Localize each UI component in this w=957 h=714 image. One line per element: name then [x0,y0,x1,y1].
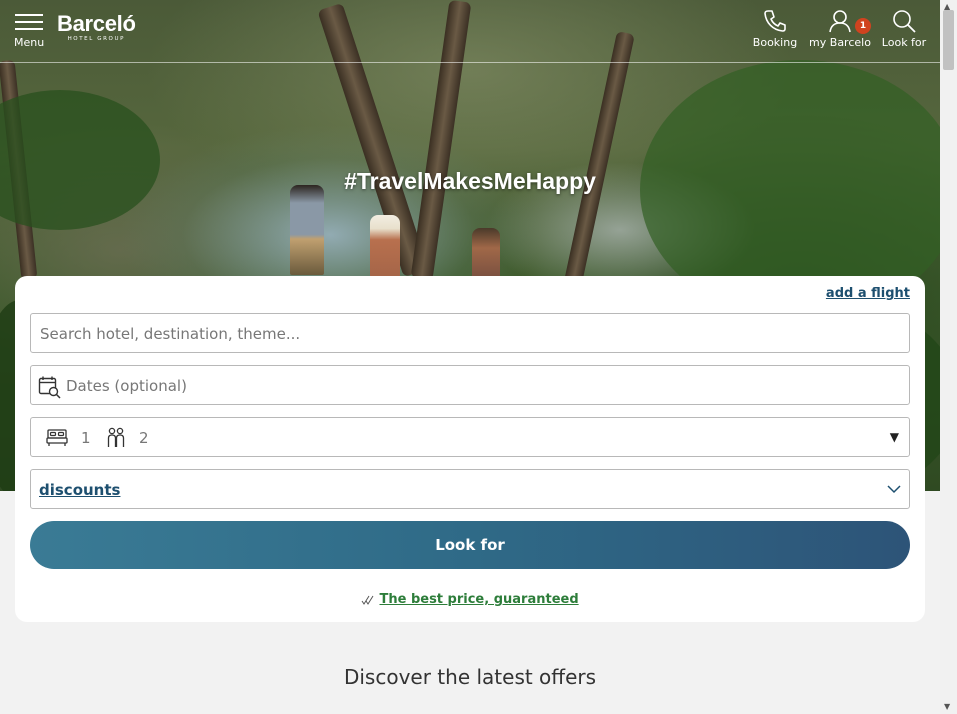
page-scrollbar[interactable] [940,0,957,714]
double-check-icon [361,595,374,605]
notification-badge: 1 [855,18,871,34]
best-price-guarantee: The best price, guaranteed [15,592,925,607]
rooms-count: 1 [81,429,91,447]
discounts-label: discounts [39,481,121,499]
rooms-guests-select[interactable]: 1 2 ▼ [30,417,910,457]
dates-placeholder: Dates (optional) [66,377,187,395]
dates-input[interactable]: Dates (optional) [30,365,910,405]
search-icon [893,10,916,33]
brand-subtitle: HOTEL GROUP [67,36,126,42]
header-divider [0,62,940,63]
hero-hashtag: #TravelMakesMeHappy [344,168,596,194]
tree-trunk [563,30,635,290]
scroll-down-icon[interactable]: ▼ [944,702,950,711]
best-price-link[interactable]: The best price, guaranteed [379,592,578,607]
hiker-figure [290,185,324,275]
chevron-down-icon [887,485,901,494]
menu-button[interactable]: Menu [14,12,44,49]
hamburger-icon [15,14,43,30]
guests-count: 2 [139,429,149,447]
destination-input[interactable]: Search hotel, destination, theme... [30,313,910,353]
booking-button[interactable]: Booking [752,8,798,49]
guests-icon [107,427,125,447]
search-label: Look for [881,36,927,49]
tree-trunk [410,0,472,281]
section-title: Discover the latest offers [343,665,597,689]
booking-label: Booking [752,36,798,49]
search-form-card: add a flight Search hotel, destination, … [15,276,925,622]
destination-placeholder: Search hotel, destination, theme... [40,325,301,343]
add-flight-link[interactable]: add a flight [826,286,910,301]
menu-label: Menu [14,36,45,49]
dropdown-arrow-icon: ▼ [889,430,899,444]
search-button[interactable]: Look for [880,8,928,49]
scrollbar-thumb[interactable] [943,10,954,70]
brand-name: Barceló [57,11,136,36]
hiker-figure [370,215,400,277]
hiker-figure [472,228,500,278]
user-icon [829,10,851,33]
calendar-search-icon [38,376,61,399]
look-for-button[interactable]: Look for [30,521,910,569]
bed-icon [46,429,68,446]
brand-logo[interactable]: Barceló HOTEL GROUP [57,11,136,43]
account-label: my Barcelo [809,36,871,49]
foliage [0,90,160,230]
phone-icon [764,10,786,32]
discounts-toggle[interactable]: discounts [30,469,910,509]
